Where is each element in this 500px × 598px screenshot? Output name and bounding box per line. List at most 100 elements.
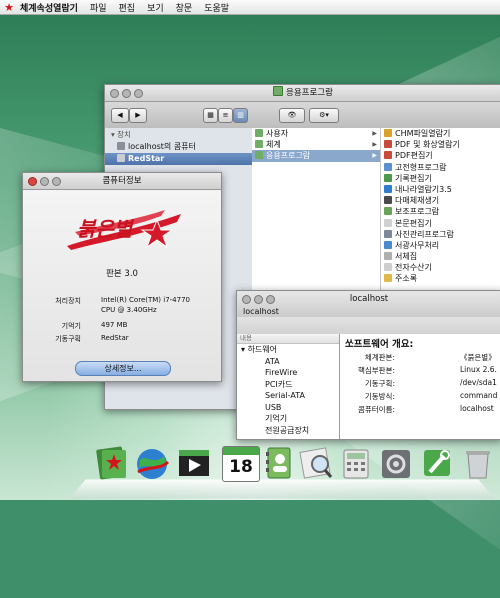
- folder-icon: [255, 140, 263, 149]
- menu-view[interactable]: 보기: [141, 1, 170, 14]
- application-icon: [384, 151, 392, 160]
- dock-address-book-icon[interactable]: [260, 444, 296, 482]
- zoom-button[interactable]: [52, 177, 61, 186]
- list-item-application[interactable]: 주소록: [381, 273, 500, 284]
- list-item-application[interactable]: PDF편집기: [381, 150, 500, 161]
- application-icon: [384, 274, 392, 283]
- dock-browser-globe-icon[interactable]: [134, 444, 170, 482]
- application-icon: [384, 162, 392, 171]
- quick-look-button[interactable]: 👁: [279, 108, 305, 123]
- dock-trash-icon[interactable]: [460, 444, 496, 482]
- close-button[interactable]: [28, 177, 37, 186]
- processor-speed-value: CPU @ 3.40GHz: [101, 306, 157, 314]
- chevron-right-icon: ▶: [372, 152, 377, 160]
- list-item-application[interactable]: 고전형프로그람: [381, 162, 500, 173]
- application-icon: [384, 240, 392, 249]
- back-button[interactable]: ◀: [111, 108, 129, 123]
- tree-item-pci[interactable]: PCI카드: [237, 379, 339, 391]
- application-icon: [384, 184, 392, 193]
- sw-row-value: 《붉은별》: [460, 353, 496, 362]
- list-item-application[interactable]: 보조프로그람: [381, 206, 500, 217]
- list-item-application[interactable]: 서광사무처리: [381, 240, 500, 251]
- application-icon: [384, 173, 392, 182]
- list-item-application[interactable]: 전자수산기: [381, 262, 500, 273]
- list-item-label: 전자수산기: [395, 263, 432, 273]
- dock-photo-viewer-icon[interactable]: [298, 444, 334, 482]
- list-item-applications[interactable]: 응용프로그람 ▶: [252, 150, 380, 162]
- finder-titlebar[interactable]: 응용프로그람: [105, 85, 500, 102]
- list-item-application[interactable]: 기록편집기: [381, 173, 500, 184]
- icon-view-button[interactable]: ▦: [203, 108, 218, 123]
- sw-row-value: Linux 2.6.: [460, 365, 497, 374]
- hardware-tree: 내용 ▾ 하드웨어 ATA FireWire PCI카드 Serial-ATA …: [237, 334, 340, 439]
- forward-button[interactable]: ▶: [129, 108, 147, 123]
- action-gear-button[interactable]: ⚙▾: [309, 108, 339, 123]
- dock-calculator-icon[interactable]: [338, 444, 374, 482]
- application-icon: [384, 129, 392, 137]
- tree-item-firewire[interactable]: FireWire: [237, 367, 339, 379]
- sidebar-item-computer[interactable]: localhost의 콤퓨터: [105, 141, 252, 153]
- sw-row-key: 핵심부판본:: [357, 366, 395, 375]
- software-overview-panel: 쏘프트웨어 개요: 체계판본: 《붉은별》 핵심부판본: Linux 2.6. 기동…: [340, 334, 500, 439]
- sidebar-section-devices[interactable]: ▾ 장치: [105, 129, 252, 141]
- dock-file-manager-icon[interactable]: [94, 444, 130, 482]
- list-item-label: 고전형프로그람: [395, 162, 447, 172]
- dock-system-settings-icon[interactable]: [378, 444, 414, 482]
- folder-icon: [255, 151, 263, 160]
- tree-item-hardware[interactable]: ▾ 하드웨어: [237, 344, 339, 356]
- tree-item-memory[interactable]: 기억기: [237, 413, 339, 425]
- about-title: 콤퓨터정보: [102, 176, 142, 186]
- menu-file[interactable]: 파일: [84, 1, 113, 14]
- dock-tools-icon[interactable]: [420, 444, 456, 482]
- tree-item-usb[interactable]: USB: [237, 402, 339, 414]
- list-item-application[interactable]: CHM파일열람기: [381, 128, 500, 139]
- processor-label: 처리장치: [55, 297, 81, 305]
- list-item-application[interactable]: 서체집: [381, 251, 500, 262]
- list-item-application[interactable]: 다매체재생기: [381, 195, 500, 206]
- tree-item-ata[interactable]: ATA: [237, 356, 339, 368]
- tree-header: 내용: [237, 334, 339, 344]
- sidebar-item-redstar[interactable]: RedStar: [105, 153, 252, 165]
- tree-item-serial-ata[interactable]: Serial-ATA: [237, 390, 339, 402]
- calendar-day: 18: [229, 457, 253, 477]
- menu-app-name[interactable]: 체계속성열람기: [18, 1, 84, 14]
- localhost-titlebar[interactable]: localhost localhost: [237, 291, 500, 318]
- tree-item-power[interactable]: 전원공급장치: [237, 425, 339, 437]
- minimize-button[interactable]: [40, 177, 49, 186]
- localhost-title: localhost: [349, 294, 389, 304]
- boot-label: 기동구획: [55, 335, 81, 343]
- dock-media-player-icon[interactable]: [176, 444, 212, 482]
- sw-row-value: /dev/sda1: [460, 378, 497, 387]
- svg-text:붉은별: 붉은별: [77, 217, 135, 241]
- sidebar-header-label: 장치: [117, 130, 131, 139]
- list-item-label: 체계: [266, 140, 281, 150]
- column-view-button[interactable]: ▥: [233, 108, 248, 123]
- red-star-menu-icon[interactable]: ★: [0, 1, 18, 14]
- list-item-users[interactable]: 사용자 ▶: [252, 128, 380, 139]
- software-overview-title: 쏘프트웨어 개요:: [345, 339, 414, 350]
- zoom-button[interactable]: [134, 89, 143, 98]
- list-item-label: 사진관리프로그람: [395, 229, 454, 239]
- calendar-header: [223, 447, 259, 455]
- about-titlebar[interactable]: 콤퓨터정보: [23, 173, 221, 190]
- sw-row-key: 기동구획:: [364, 379, 395, 388]
- more-info-button[interactable]: 상세정보...: [75, 361, 171, 376]
- list-item-application[interactable]: 본문편집기: [381, 218, 500, 229]
- dock-calendar-icon[interactable]: 18: [222, 446, 260, 482]
- list-item-label: 내나라열람기3.5: [395, 184, 452, 194]
- menu-edit[interactable]: 편집: [113, 1, 142, 14]
- close-button[interactable]: [110, 89, 119, 98]
- system-profiler-window: localhost localhost 내용 ▾ 하드웨어 ATA FireWi…: [236, 290, 500, 440]
- sw-row-value: localhost: [460, 404, 494, 413]
- list-item-application[interactable]: 내나라열람기3.5: [381, 184, 500, 195]
- sidebar-item-label: localhost의 콤퓨터: [128, 142, 196, 151]
- list-item-system[interactable]: 체계 ▶: [252, 139, 380, 150]
- localhost-subtitle: localhost: [243, 307, 279, 316]
- menu-help[interactable]: 도움말: [198, 1, 235, 14]
- minimize-button[interactable]: [122, 89, 131, 98]
- list-item-application[interactable]: 사진관리프로그람: [381, 229, 500, 240]
- sidebar-item-label: RedStar: [128, 154, 165, 163]
- list-view-button[interactable]: ≡: [218, 108, 233, 123]
- menu-window[interactable]: 창문: [170, 1, 199, 14]
- list-item-application[interactable]: PDF 및 화상열람기: [381, 139, 500, 150]
